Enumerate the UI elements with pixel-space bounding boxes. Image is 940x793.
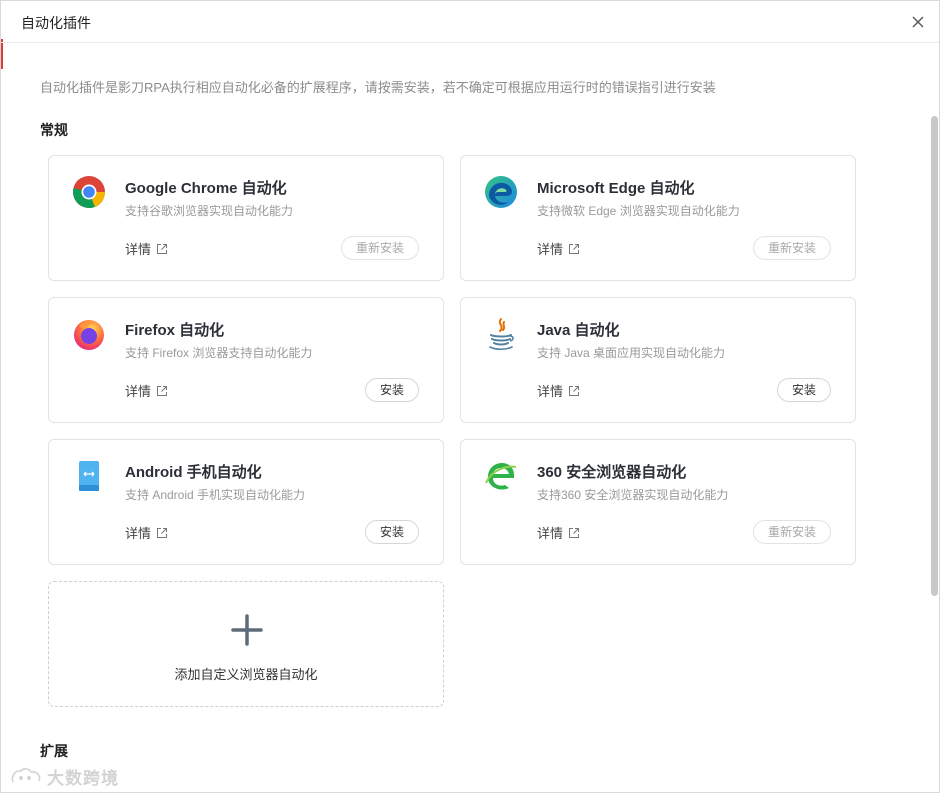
plugin-card-java: Java 自动化 支持 Java 桌面应用实现自动化能力 详情 安装 xyxy=(460,297,856,423)
install-button[interactable]: 安装 xyxy=(776,378,831,402)
reinstall-button[interactable]: 重新安装 xyxy=(752,236,831,260)
external-link-icon xyxy=(569,243,580,254)
firefox-icon xyxy=(71,316,107,352)
plugin-desc: 支持 Firefox 浏览器支持自动化能力 xyxy=(125,346,313,360)
detail-label: 详情 xyxy=(537,384,564,399)
plugin-dialog: 自动化插件 自动化插件是影刀RPA执行相应自动化必备的扩展程序，请按需安装，若不… xyxy=(0,0,940,793)
plugin-desc: 支持 Java 桌面应用实现自动化能力 xyxy=(537,346,726,360)
install-button[interactable]: 安装 xyxy=(364,378,419,402)
plugin-desc: 支持 Android 手机实现自动化能力 xyxy=(125,488,306,502)
java-icon xyxy=(483,316,519,352)
install-button[interactable]: 安装 xyxy=(364,520,419,544)
add-custom-browser-label: 添加自定义浏览器自动化 xyxy=(174,667,318,682)
plugin-card-android: Android 手机自动化 支持 Android 手机实现自动化能力 详情 安装 xyxy=(48,439,444,565)
edge-icon xyxy=(483,174,519,210)
external-link-icon xyxy=(157,527,168,538)
detail-link[interactable]: 详情 xyxy=(537,239,580,258)
close-icon xyxy=(912,16,924,28)
section-title-general: 常规 xyxy=(40,122,68,138)
external-link-icon xyxy=(569,527,580,538)
plus-icon xyxy=(229,612,265,648)
plugin-name: Microsoft Edge 自动化 xyxy=(537,180,695,197)
dialog-title: 自动化插件 xyxy=(21,15,91,31)
detail-link[interactable]: 详情 xyxy=(125,239,168,258)
reinstall-button[interactable]: 重新安装 xyxy=(752,520,831,544)
detail-label: 详情 xyxy=(537,242,564,257)
plugin-desc: 支持谷歌浏览器实现自动化能力 xyxy=(125,204,294,218)
section-title-extension: 扩展 xyxy=(40,743,68,759)
plugin-desc: 支持微软 Edge 浏览器实现自动化能力 xyxy=(537,204,740,218)
plugin-name: Google Chrome 自动化 xyxy=(125,180,287,197)
reinstall-button[interactable]: 重新安装 xyxy=(340,236,419,260)
detail-link[interactable]: 详情 xyxy=(537,381,580,400)
plugin-name: Java 自动化 xyxy=(537,322,620,339)
external-link-icon xyxy=(157,385,168,396)
close-button[interactable] xyxy=(907,11,929,33)
title-bar: 自动化插件 xyxy=(1,1,939,43)
external-link-icon xyxy=(157,243,168,254)
watermark-text: 大数跨境 xyxy=(47,769,119,788)
plugin-name: 360 安全浏览器自动化 xyxy=(537,464,687,481)
detail-link[interactable]: 详情 xyxy=(537,523,580,542)
plugin-card-firefox: Firefox 自动化 支持 Firefox 浏览器支持自动化能力 详情 安装 xyxy=(48,297,444,423)
detail-label: 详情 xyxy=(125,526,152,541)
dialog-content: 自动化插件是影刀RPA执行相应自动化必备的扩展程序，请按需安装，若不确定可根据应… xyxy=(1,44,939,792)
plugin-card-360: 360 安全浏览器自动化 支持360 安全浏览器实现自动化能力 详情 重新安装 xyxy=(460,439,856,565)
chrome-icon xyxy=(71,174,107,210)
plugin-desc: 支持360 安全浏览器实现自动化能力 xyxy=(537,488,729,502)
detail-label: 详情 xyxy=(125,384,152,399)
watermark: 大数跨境 xyxy=(9,764,119,789)
detail-link[interactable]: 详情 xyxy=(125,523,168,542)
detail-label: 详情 xyxy=(125,242,152,257)
android-phone-icon xyxy=(71,458,107,494)
scrollbar[interactable] xyxy=(931,116,938,596)
plugin-card-edge: Microsoft Edge 自动化 支持微软 Edge 浏览器实现自动化能力 … xyxy=(460,155,856,281)
plugin-name: Firefox 自动化 xyxy=(125,322,225,339)
plugin-description: 自动化插件是影刀RPA执行相应自动化必备的扩展程序，请按需安装，若不确定可根据应… xyxy=(40,80,716,95)
watermark-logo-icon xyxy=(11,767,41,782)
detail-link[interactable]: 详情 xyxy=(125,381,168,400)
external-link-icon xyxy=(569,385,580,396)
plugin-card-chrome: Google Chrome 自动化 支持谷歌浏览器实现自动化能力 详情 重新安装 xyxy=(48,155,444,281)
plugin-name: Android 手机自动化 xyxy=(125,464,262,481)
360-browser-icon xyxy=(483,458,519,494)
add-custom-browser-card[interactable]: 添加自定义浏览器自动化 xyxy=(48,581,444,707)
detail-label: 详情 xyxy=(537,526,564,541)
